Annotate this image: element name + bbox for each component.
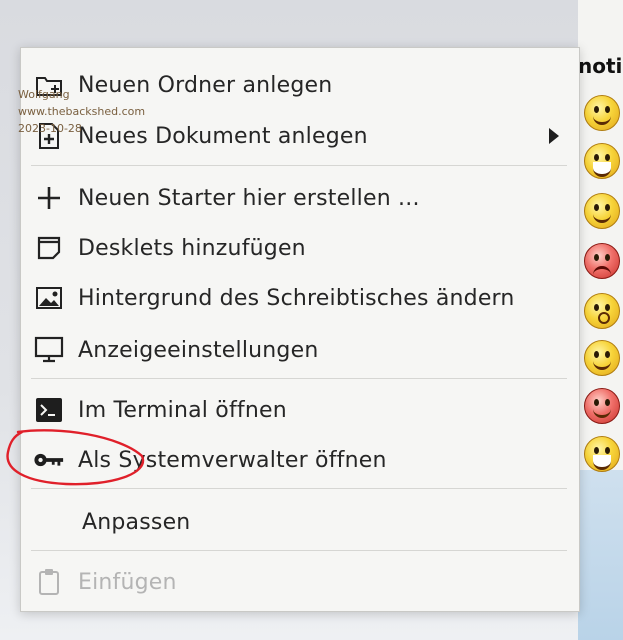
menu-item-label: Einfügen	[78, 569, 177, 595]
menu-item-label: Anzeigeeinstellungen	[78, 337, 319, 363]
terminal-icon	[33, 394, 65, 426]
watermark-author: Wolfgang	[18, 88, 70, 101]
surprised-smiley-icon	[584, 293, 620, 329]
menu-item-label: Anpassen	[82, 509, 191, 535]
desktop-wallpaper	[578, 470, 623, 640]
plus-icon	[33, 182, 65, 214]
menu-separator	[31, 550, 567, 551]
menu-item-customize[interactable]: Anpassen	[21, 498, 579, 546]
big-grin-smiley-icon	[584, 436, 620, 472]
menu-separator	[31, 378, 567, 379]
watermark-date: 2023-10-28	[18, 122, 82, 135]
menu-separator	[31, 165, 567, 166]
menu-item-label: Desklets hinzufügen	[78, 235, 306, 261]
blush-smiley-icon	[584, 193, 620, 229]
menu-item-label: Hintergrund des Schreibtisches ändern	[78, 285, 515, 311]
menu-item-display-settings[interactable]: Anzeigeeinstellungen	[21, 326, 579, 374]
menu-item-change-background[interactable]: Hintergrund des Schreibtisches ändern	[21, 274, 579, 322]
red-smiley-icon	[584, 388, 620, 424]
desklet-icon	[33, 232, 65, 264]
menu-item-open-terminal[interactable]: Im Terminal öffnen	[21, 386, 579, 434]
monitor-icon	[33, 334, 65, 366]
laughing-smiley-icon	[584, 143, 620, 179]
angry-smiley-icon	[584, 243, 620, 279]
smiley-icon	[584, 95, 620, 131]
menu-item-paste[interactable]: Einfügen	[21, 558, 579, 606]
submenu-arrow-icon	[549, 128, 559, 144]
grin-smiley-icon	[584, 340, 620, 376]
menu-item-label: Im Terminal öffnen	[78, 397, 287, 423]
watermark-site: www.thebackshed.com	[18, 105, 146, 118]
red-annotation-circle	[6, 429, 145, 486]
photo-watermark: Wolfgang www.thebackshed.com 2023-10-28	[18, 86, 145, 137]
menu-item-new-launcher[interactable]: Neuen Starter hier erstellen ...	[21, 174, 579, 222]
background-window-title: notic	[578, 54, 623, 78]
image-icon	[33, 282, 65, 314]
clipboard-icon	[33, 566, 65, 598]
menu-item-label: Neuen Starter hier erstellen ...	[78, 185, 420, 211]
menu-item-add-desklets[interactable]: Desklets hinzufügen	[21, 224, 579, 272]
